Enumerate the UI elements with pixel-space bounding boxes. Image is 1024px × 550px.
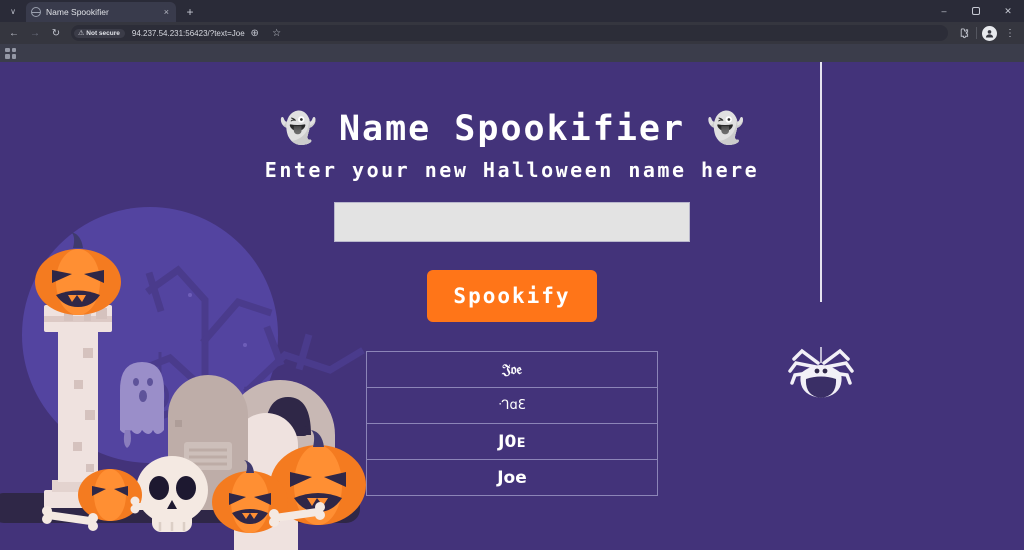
browser-tab[interactable]: Name Spookifier × [26,2,176,22]
forward-icon[interactable]: → [25,24,45,42]
back-icon[interactable]: ← [4,24,24,42]
bookmark-star-icon[interactable]: ☆ [267,25,287,41]
new-tab-button[interactable]: + [180,3,200,21]
page-subtitle: Enter your new Halloween name here [264,158,760,182]
table-row: J0ᴇ [366,423,658,460]
title-row: 👻 Name Spookifier 👻 [0,109,1024,149]
spookifier-app: 👻 Name Spookifier 👻 Enter your new Hallo… [0,62,1024,496]
avatar[interactable] [982,25,997,41]
browser-toolbar: ← → ↻ ⚠ Not secure 94.237.54.231:56423/?… [0,22,1024,44]
toolbar-divider [976,27,977,39]
url-text: 94.237.54.231:56423/?text=Joe [131,28,245,38]
close-window-icon[interactable]: ✕ [992,0,1024,22]
reload-icon[interactable]: ↻ [46,24,66,42]
results-table: 𝔍𝔬𝔢 ᒒɑƐ J0ᴇ Joe [366,351,658,496]
table-row: Joe [366,459,658,496]
security-status-badge[interactable]: ⚠ Not secure [74,28,125,38]
minimize-icon[interactable]: – [928,0,960,22]
result-cell-1: ᒒɑƐ [366,387,658,424]
page-body: 👻 Name Spookifier 👻 Enter your new Hallo… [0,62,1024,550]
security-status-label: Not secure [86,29,120,37]
tab-strip: ∨ Name Spookifier × + – ✕ [0,0,1024,22]
address-bar[interactable]: ⚠ Not secure 94.237.54.231:56423/?text=J… [71,25,948,41]
maximize-icon[interactable] [960,0,992,22]
result-cell-0: 𝔍𝔬𝔢 [366,351,658,388]
extensions-puzzle-icon[interactable] [953,24,973,42]
apps-grid-icon[interactable] [5,47,16,59]
table-row: ᒒɑƐ [366,387,658,424]
result-cell-2: J0ᴇ [366,423,658,460]
tab-search-button[interactable]: ∨ [2,2,24,20]
zoom-icon[interactable]: ⊕ [245,25,265,41]
globe-icon [31,7,41,17]
browser-menu-icon[interactable]: ⋮ [1000,24,1020,42]
browser-window: ∨ Name Spookifier × + – ✕ ← → ↻ ⚠ Not se… [0,0,1024,550]
ghost-icon-left: 👻 [279,112,317,145]
spookify-button[interactable]: Spookify [427,270,597,322]
result-cell-3: Joe [366,459,658,496]
tab-title: Name Spookifier [46,7,109,17]
bookmarks-bar [0,44,1024,62]
table-row: 𝔍𝔬𝔢 [366,351,658,388]
ghost-icon-right: 👻 [707,112,745,145]
close-icon[interactable]: × [162,7,171,17]
name-input[interactable] [334,202,690,242]
warning-triangle-icon: ⚠ [78,29,85,37]
window-controls: – ✕ [928,0,1024,22]
omnibox-actions: ⊕ ☆ [245,25,287,41]
page-title: Name Spookifier [338,109,686,149]
